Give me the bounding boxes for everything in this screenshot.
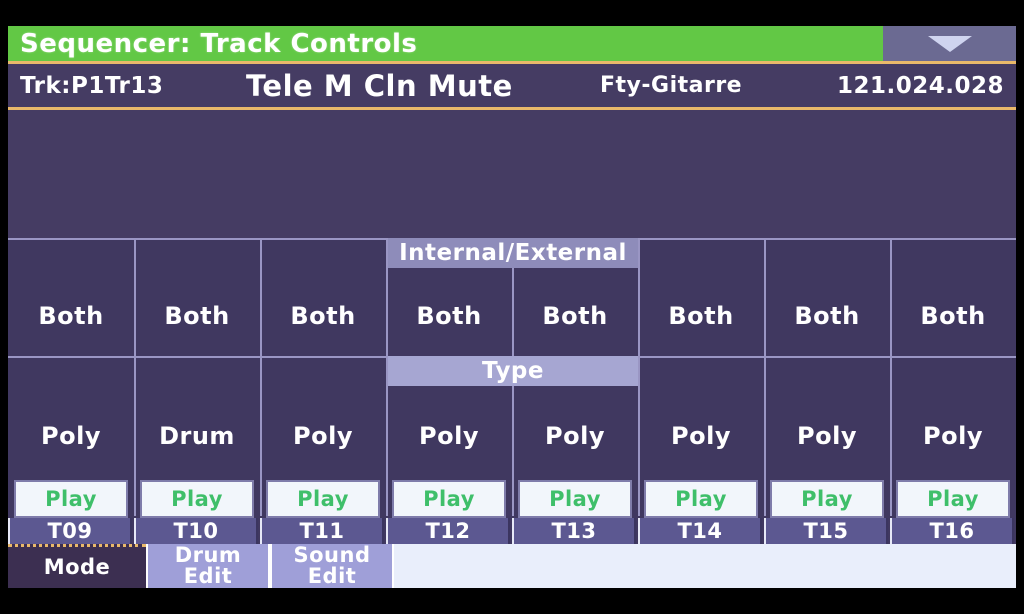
mode-tab-label: Drum bbox=[174, 542, 242, 567]
workspace-blank-area bbox=[8, 110, 1016, 238]
play-button-t13[interactable]: Play bbox=[518, 480, 632, 518]
chevron-down-icon bbox=[927, 35, 972, 52]
play-button-t09[interactable]: Play bbox=[14, 480, 128, 518]
track-info-bar: Trk:P1Tr13 Tele M Cln Mute Fty-Gitarre 1… bbox=[8, 61, 1016, 110]
cell-internal-external-t09[interactable]: Both bbox=[8, 286, 134, 346]
cell-internal-external-t10[interactable]: Both bbox=[134, 286, 260, 346]
play-button-t11[interactable]: Play bbox=[266, 480, 380, 518]
track-tab-t11[interactable]: T11 bbox=[260, 518, 384, 544]
mode-tab-row: Mode Drum Edit Sound Edit bbox=[8, 544, 1016, 588]
grid-column-divider bbox=[260, 238, 262, 516]
cell-internal-external-t11[interactable]: Both bbox=[260, 286, 386, 346]
play-button-t10[interactable]: Play bbox=[140, 480, 254, 518]
mode-tab-mode[interactable]: Mode bbox=[8, 544, 146, 588]
mode-tab-label-line2: Edit bbox=[307, 564, 357, 588]
sound-name[interactable]: Tele M Cln Mute bbox=[246, 69, 513, 103]
page-title: Sequencer: Track Controls bbox=[20, 28, 418, 59]
play-button-t15[interactable]: Play bbox=[770, 480, 884, 518]
cell-type-t16[interactable]: Poly bbox=[890, 406, 1016, 466]
section-label-type: Type bbox=[388, 356, 638, 386]
cell-type-t11[interactable]: Poly bbox=[260, 406, 386, 466]
grid-column-divider bbox=[764, 238, 766, 516]
track-tab-t15[interactable]: T15 bbox=[764, 518, 888, 544]
play-button-t12[interactable]: Play bbox=[392, 480, 506, 518]
sound-bank-name[interactable]: Fty-Gitarre bbox=[600, 73, 742, 98]
track-controls-grid: Internal/External Type Both Poly Play Both D… bbox=[8, 238, 1016, 518]
play-button-t14[interactable]: Play bbox=[644, 480, 758, 518]
track-tab-t09[interactable]: T09 bbox=[8, 518, 132, 544]
track-tab-t10[interactable]: T10 bbox=[134, 518, 258, 544]
cell-internal-external-t14[interactable]: Both bbox=[638, 286, 764, 346]
device-bezel: Sequencer: Track Controls Trk:P1Tr13 Tel… bbox=[0, 0, 1024, 614]
cell-type-t13[interactable]: Poly bbox=[512, 406, 638, 466]
cell-internal-external-t13[interactable]: Both bbox=[512, 286, 638, 346]
mode-tab-filler bbox=[394, 544, 1016, 588]
cell-internal-external-t12[interactable]: Both bbox=[386, 286, 512, 346]
track-tab-t13[interactable]: T13 bbox=[512, 518, 636, 544]
grid-column-divider bbox=[890, 238, 892, 516]
mode-tab-sound-edit[interactable]: Sound Edit bbox=[270, 544, 394, 588]
cell-type-t15[interactable]: Poly bbox=[764, 406, 890, 466]
cell-internal-external-t15[interactable]: Both bbox=[764, 286, 890, 346]
grid-column-divider bbox=[134, 238, 136, 516]
grid-column-divider bbox=[638, 238, 640, 516]
title-bar: Sequencer: Track Controls bbox=[8, 26, 1016, 61]
mode-tab-drum-edit[interactable]: Drum Edit bbox=[146, 544, 270, 588]
mode-tab-label: Mode bbox=[43, 554, 111, 579]
cell-type-t09[interactable]: Poly bbox=[8, 406, 134, 466]
lcd-screen: Sequencer: Track Controls Trk:P1Tr13 Tel… bbox=[8, 26, 1016, 588]
section-label-internal-external: Internal/External bbox=[388, 238, 638, 268]
track-tab-t16[interactable]: T16 bbox=[890, 518, 1014, 544]
track-tab-t12[interactable]: T12 bbox=[386, 518, 510, 544]
song-position: 121.024.028 bbox=[836, 72, 1004, 99]
cell-type-t14[interactable]: Poly bbox=[638, 406, 764, 466]
play-button-t16[interactable]: Play bbox=[896, 480, 1010, 518]
cell-internal-external-t16[interactable]: Both bbox=[890, 286, 1016, 346]
cell-type-t12[interactable]: Poly bbox=[386, 406, 512, 466]
track-tab-t14[interactable]: T14 bbox=[638, 518, 762, 544]
mode-tab-label-line2: Edit bbox=[183, 564, 233, 588]
track-tab-row: T09 T10 T11 T12 T13 T14 T15 T16 bbox=[8, 518, 1016, 544]
cell-type-t10[interactable]: Drum bbox=[134, 406, 260, 466]
track-label[interactable]: Trk:P1Tr13 bbox=[8, 73, 163, 99]
page-menu-button[interactable] bbox=[883, 26, 1016, 61]
mode-tab-label: Sound bbox=[293, 542, 371, 567]
